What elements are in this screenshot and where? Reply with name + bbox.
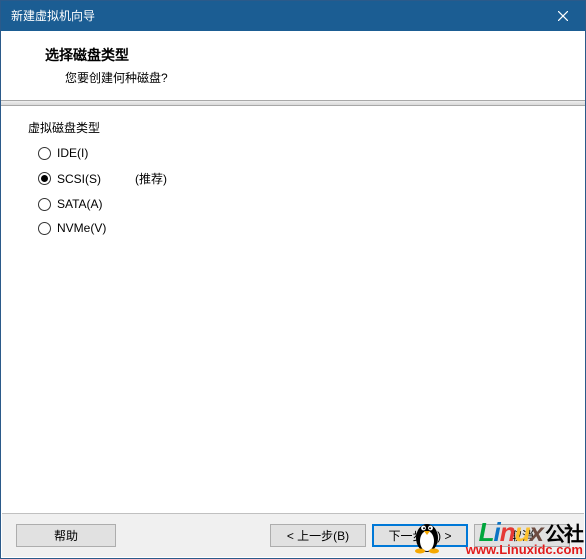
content-area: 虚拟磁盘类型 IDE(I) SCSI(S) (推荐) SATA(A) NVMe(… <box>2 101 584 512</box>
option-nvme[interactable]: NVMe(V) <box>38 221 562 235</box>
option-scsi-label: SCSI(S) <box>57 172 117 186</box>
option-nvme-label: NVMe(V) <box>57 221 117 235</box>
option-scsi[interactable]: SCSI(S) (推荐) <box>38 170 562 187</box>
help-button[interactable]: 帮助 <box>16 524 116 547</box>
option-ide-label: IDE(I) <box>57 146 117 160</box>
option-sata[interactable]: SATA(A) <box>38 197 562 211</box>
back-button[interactable]: < 上一步(B) <box>270 524 366 547</box>
close-button[interactable] <box>540 1 585 31</box>
page-title: 选择磁盘类型 <box>31 45 565 65</box>
next-button[interactable]: 下一步(N) > <box>372 524 468 547</box>
radio-icon <box>38 147 51 160</box>
window-title: 新建虚拟机向导 <box>11 1 95 31</box>
radio-icon <box>38 222 51 235</box>
page-subtitle: 您要创建何种磁盘? <box>31 69 565 86</box>
cancel-button[interactable]: 取消 <box>474 524 570 547</box>
option-scsi-extra: (推荐) <box>123 170 167 187</box>
close-icon <box>558 11 568 21</box>
disk-type-group-label: 虚拟磁盘类型 <box>24 119 562 136</box>
radio-icon <box>38 198 51 211</box>
radio-icon <box>38 172 51 185</box>
wizard-header: 选择磁盘类型 您要创建何种磁盘? <box>1 31 585 100</box>
option-sata-label: SATA(A) <box>57 197 117 211</box>
titlebar: 新建虚拟机向导 <box>1 1 585 31</box>
button-bar: 帮助 < 上一步(B) 下一步(N) > 取消 <box>2 513 584 557</box>
option-ide[interactable]: IDE(I) <box>38 146 562 160</box>
disk-type-options: IDE(I) SCSI(S) (推荐) SATA(A) NVMe(V) <box>24 146 562 235</box>
wizard-window: 新建虚拟机向导 选择磁盘类型 您要创建何种磁盘? 虚拟磁盘类型 IDE(I) S… <box>0 0 586 559</box>
